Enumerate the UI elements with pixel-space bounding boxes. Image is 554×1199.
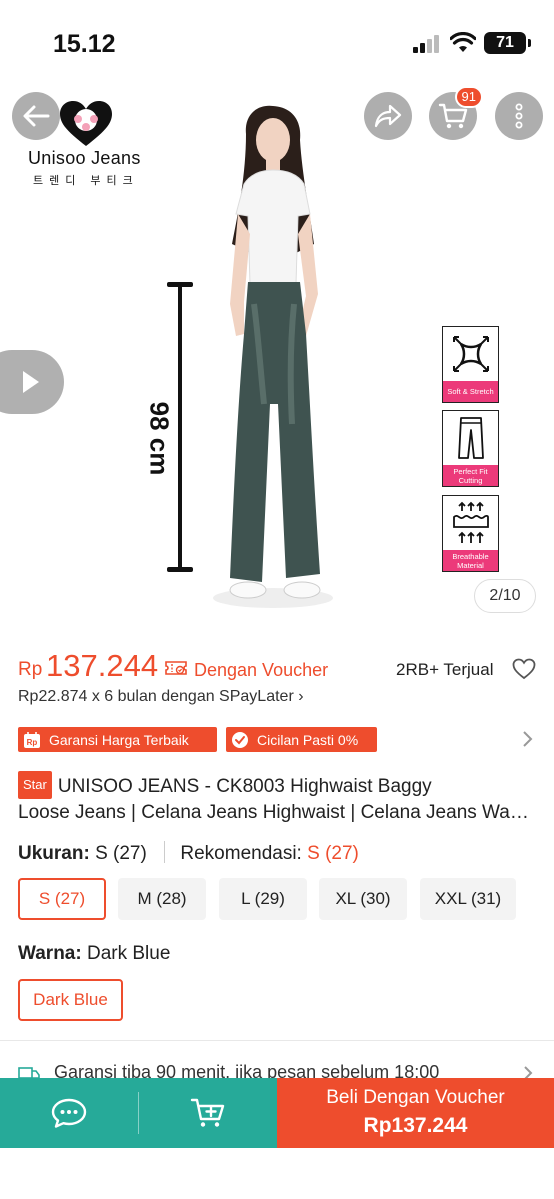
check-circle-icon [230,731,250,749]
logo-brand-text: Unisoo Jeans [28,148,141,168]
feature-breathable-label: Breathable Material [443,550,498,571]
size-recommendation-value: S (27) [307,843,359,864]
product-title: Star UNISOO JEANS - CK8003 Highwaist Bagg… [18,771,538,826]
product-title-line1: UNISOO JEANS - CK8003 Highwaist Baggy [57,776,432,797]
installment-badge-label: Cicilan Pasti 0% [257,731,359,748]
size-label: Ukuran: [18,843,90,864]
buy-button-label: Beli Dengan Voucher [326,1087,505,1108]
voucher-icon [165,661,187,675]
breathable-icon [452,501,489,543]
wifi-icon [450,32,476,52]
perfect-fit-icon [457,417,484,459]
chat-icon [51,1098,87,1128]
svg-text:Rp: Rp [27,738,38,747]
installment-badge: Cicilan Pasti 0% [226,727,377,752]
voucher-price-label: Dengan Voucher [194,660,329,680]
add-to-cart-button[interactable] [139,1078,277,1148]
size-option-l[interactable]: L (29) [219,878,307,920]
promo-badges[interactable]: Rp Garansi Harga Terbaik Cicilan Pasti 0… [18,727,538,753]
feature-perfect-fit-label: Perfect Fit Cutting [443,465,498,486]
price-guarantee-icon: Rp [22,731,42,749]
bottom-action-bar: Beli Dengan Voucher Rp137.244 [0,1078,554,1148]
soft-stretch-icon [452,336,489,372]
color-option-dark-blue[interactable]: Dark Blue [18,979,123,1021]
height-measure-label: 98 cm [144,401,175,476]
color-header: Warna: Dark Blue [18,943,170,965]
heart-logo-icon [60,101,112,146]
color-selected-value: Dark Blue [86,943,171,964]
product-gallery[interactable]: Unisoo Jeans 트렌디 부티크 91 98 cm Soft & Str… [0,88,554,628]
size-option-xxl[interactable]: XXL (31) [420,878,516,920]
home-indicator-area [0,1148,554,1199]
size-option-m[interactable]: M (28) [118,878,206,920]
share-button[interactable] [364,92,412,140]
status-bar: 15.12 71 [0,0,554,88]
logo-korean-text: 트렌디 부티크 [33,175,139,187]
size-selected-value: S (27) [95,843,147,864]
status-time: 15.12 [53,30,116,58]
buy-button-price: Rp137.244 [363,1114,468,1137]
model-photo [213,105,333,608]
feature-perfect-fit: Perfect Fit Cutting [442,410,499,487]
size-option-xl[interactable]: XL (30) [319,878,407,920]
size-option-s[interactable]: S (27) [18,878,106,920]
color-label: Warna: [18,943,82,964]
feature-soft-stretch-label: Soft & Stretch [443,381,498,402]
size-recommendation-label: Rekomendasi: [180,843,302,864]
sold-count: 2RB+ Terjual [396,660,494,679]
star-seller-badge: Star [18,771,52,799]
feature-soft-stretch: Soft & Stretch [442,326,499,403]
buy-with-voucher-button[interactable]: Beli Dengan Voucher Rp137.244 [277,1078,554,1148]
product-title-line2: Loose Jeans | Celana Jeans Highwaist | C… [18,802,538,823]
play-video-button[interactable] [0,350,64,414]
image-counter: 2/10 [474,579,536,613]
back-button[interactable] [12,92,60,140]
chat-button[interactable] [0,1078,138,1148]
price-row: Rp 137.244 Dengan Voucher 2RB+ Terjual [18,648,538,686]
cart-count-badge: 91 [454,88,483,108]
heart-icon[interactable] [512,658,536,680]
best-price-label: Garansi Harga Terbaik [49,731,189,748]
best-price-badge: Rp Garansi Harga Terbaik [18,727,217,752]
price-amount: 137.244 [46,648,159,683]
signal-icon [413,35,443,53]
more-options-button[interactable] [495,92,543,140]
cart-plus-icon [190,1098,225,1127]
price-currency: Rp [18,659,43,680]
section-divider [0,1040,554,1041]
feature-breathable: Breathable Material [442,495,499,572]
battery-indicator: 71 [484,32,531,54]
installment-info[interactable]: Rp22.874 x 6 bulan dengan SPayLater › [18,688,304,706]
chevron-right-icon[interactable] [520,729,534,749]
cart-button[interactable]: 91 [429,88,483,140]
size-header: Ukuran: S (27) Rekomendasi: S (27) [18,841,359,865]
more-vertical-icon [515,103,523,129]
arrow-left-icon [23,105,50,127]
share-icon [374,104,402,128]
